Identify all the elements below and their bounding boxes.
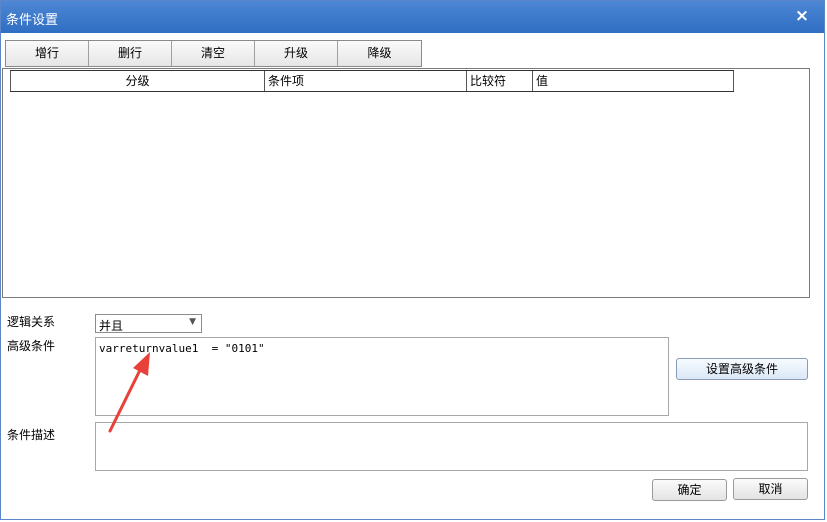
column-header-condition-item[interactable]: 条件项: [265, 71, 467, 91]
chevron-down-icon: ▼: [189, 317, 196, 327]
promote-level-button[interactable]: 升级: [255, 41, 338, 66]
logic-relation-select[interactable]: 并且 ▼: [95, 314, 202, 333]
set-advanced-condition-button[interactable]: 设置高级条件: [676, 358, 808, 380]
grid-toolbar: 增行 删行 清空 升级 降级: [5, 40, 422, 67]
annotation-arrow-icon: [108, 352, 150, 433]
advanced-condition-label: 高级条件: [7, 339, 56, 353]
ok-button[interactable]: 确定: [652, 479, 727, 501]
title-bar[interactable]: 条件设置 ×: [1, 1, 824, 33]
column-header-value[interactable]: 值: [533, 71, 734, 91]
logic-relation-value: 并且: [99, 319, 124, 333]
column-header-level[interactable]: 分级: [10, 71, 265, 91]
dialog-title: 条件设置: [6, 13, 59, 28]
cancel-button[interactable]: 取消: [733, 478, 808, 500]
condition-grid[interactable]: 分级 条件项 比较符 值: [2, 68, 810, 298]
condition-settings-dialog: 条件设置 × 增行 删行 清空 升级 降级 分级 条件项 比较符 值 逻辑关系 …: [0, 0, 825, 520]
delete-row-button[interactable]: 删行: [89, 41, 172, 66]
demote-level-button[interactable]: 降级: [338, 41, 421, 66]
logic-relation-label: 逻辑关系: [7, 315, 56, 329]
add-row-button[interactable]: 增行: [6, 41, 89, 66]
close-icon[interactable]: ×: [792, 6, 812, 26]
grid-header: 分级 条件项 比较符 值: [10, 70, 734, 92]
clear-button[interactable]: 清空: [172, 41, 255, 66]
condition-description-label: 条件描述: [7, 428, 56, 442]
condition-description-field[interactable]: [95, 422, 808, 471]
column-header-operator[interactable]: 比较符: [467, 71, 533, 91]
advanced-condition-field[interactable]: varreturnvalue1 = "0101": [95, 337, 669, 416]
